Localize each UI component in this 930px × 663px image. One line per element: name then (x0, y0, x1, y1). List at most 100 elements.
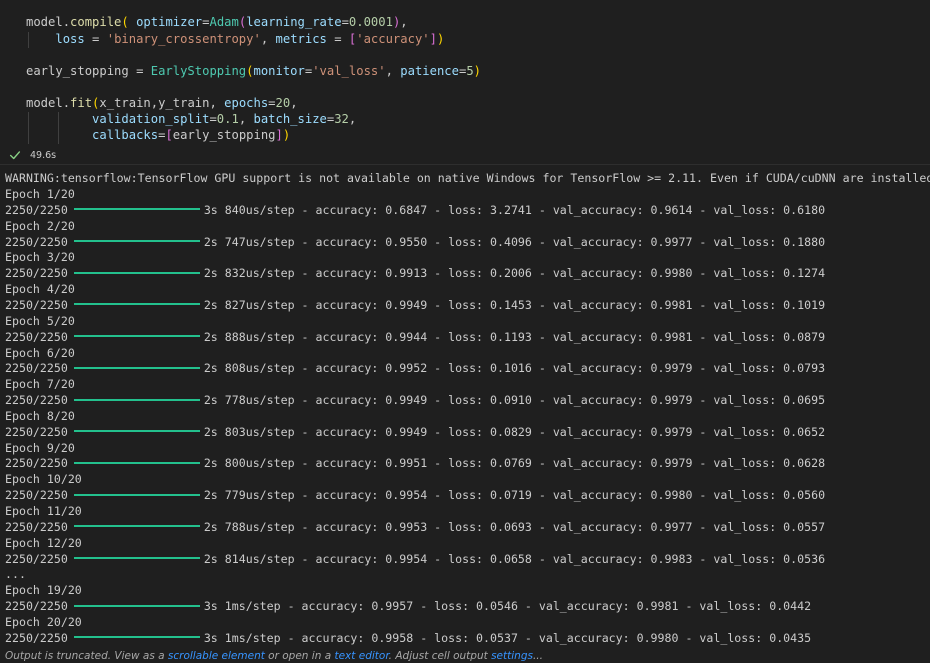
code-token: ] (275, 128, 283, 142)
progress-bar (73, 208, 200, 211)
code-token: early_stopping (172, 128, 276, 142)
code-token: compile (70, 15, 122, 29)
step-stats: 2s 747us/step - accuracy: 0.9550 - loss:… (203, 234, 826, 249)
step-count: 2250/2250 (5, 297, 68, 312)
code-line-loss[interactable]: loss = 'binary_crossentropy', metrics = … (26, 31, 444, 47)
progress-line: 2250/2250 2s 814us/step - accuracy: 0.995… (5, 551, 825, 567)
code-token: , (385, 64, 401, 78)
code-token: 5 (466, 64, 474, 78)
step-count: 2250/2250 (5, 329, 68, 344)
step-stats: 2s 788us/step - accuracy: 0.9953 - loss:… (203, 519, 826, 534)
progress-bar (73, 303, 200, 306)
code-token: . (62, 15, 71, 29)
epoch-line: Epoch 6/20 (5, 345, 75, 360)
epoch-line: Epoch 20/20 (5, 614, 82, 629)
progress-bar (73, 604, 200, 607)
code-token: = (128, 64, 151, 78)
code-token: Adam (209, 15, 239, 29)
progress-bar (73, 525, 200, 528)
code-token: 0.1 (216, 112, 239, 126)
step-count: 2250/2250 (5, 599, 68, 614)
code-cell[interactable]: model.compile( optimizer=Adam(learning_r… (0, 0, 930, 163)
step-count: 2250/2250 (5, 424, 68, 439)
code-token: , (400, 15, 408, 29)
code-token: monitor (253, 64, 305, 78)
execution-status: 49.6s (8, 147, 56, 163)
code-token: fit (70, 96, 93, 110)
code-token: x_train,y_train, (99, 96, 225, 110)
code-token: = (326, 32, 349, 46)
code-line-compile[interactable]: model.compile( optimizer=Adam(learning_r… (26, 14, 408, 30)
truncation-text: . Adjust cell output (388, 650, 492, 662)
progress-line: 2250/2250 2s 788us/step - accuracy: 0.995… (5, 519, 825, 535)
step-count: 2250/2250 (5, 630, 68, 645)
settings-link[interactable]: settings (491, 650, 533, 662)
text-editor-link[interactable]: text editor (334, 650, 388, 662)
check-icon (9, 151, 21, 160)
step-count: 2250/2250 (5, 551, 68, 566)
code-token: , (290, 96, 298, 110)
code-token: ) (282, 128, 291, 142)
cell-output[interactable]: WARNING:tensorflow:TensorFlow GPU suppor… (0, 170, 930, 648)
scrollable-element-link[interactable]: scrollable element (168, 650, 265, 662)
epoch-line: Epoch 3/20 (5, 250, 75, 265)
step-stats: 2s 832us/step - accuracy: 0.9913 - loss:… (203, 266, 826, 281)
code-token: ) (436, 32, 445, 46)
epoch-line: Epoch 4/20 (5, 282, 75, 297)
code-token: early_stopping (26, 64, 129, 78)
truncation-text: ... (532, 650, 543, 662)
step-count: 2250/2250 (5, 393, 68, 408)
progress-line: 2250/2250 2s 888us/step - accuracy: 0.994… (5, 329, 825, 345)
step-stats: 2s 778us/step - accuracy: 0.9949 - loss:… (203, 393, 826, 408)
execution-time: 49.6s (30, 149, 57, 161)
progress-bar (73, 636, 200, 639)
step-stats: 3s 1ms/step - accuracy: 0.9957 - loss: 0… (203, 599, 812, 614)
code-token: model (26, 96, 63, 110)
step-count: 2250/2250 (5, 456, 68, 471)
code-token: model (26, 15, 63, 29)
step-stats: 2s 827us/step - accuracy: 0.9949 - loss:… (203, 297, 826, 312)
progress-bar (73, 461, 200, 464)
progress-bar (73, 271, 200, 274)
epoch-line: Epoch 19/20 (5, 583, 82, 598)
code-line-callbacks[interactable]: callbacks=[early_stopping]) (26, 127, 290, 143)
progress-line: 2250/2250 2s 747us/step - accuracy: 0.955… (5, 234, 825, 250)
code-token: 'binary_crossentropy' (106, 32, 261, 46)
progress-line: 2250/2250 3s 1ms/step - accuracy: 0.9958 … (5, 630, 811, 646)
epoch-line: Epoch 11/20 (5, 504, 82, 518)
code-token: patience (400, 64, 459, 78)
progress-line: 2250/2250 2s 827us/step - accuracy: 0.994… (5, 297, 825, 313)
step-stats: 2s 814us/step - accuracy: 0.9954 - loss:… (203, 551, 826, 566)
epoch-line: Epoch 1/20 (5, 187, 75, 201)
code-token: loss (55, 32, 85, 46)
step-stats: 2s 803us/step - accuracy: 0.9949 - loss:… (203, 424, 826, 439)
code-token: = (268, 96, 276, 110)
epoch-line: Epoch 10/20 (5, 472, 82, 487)
code-token: 'accuracy' (356, 32, 430, 46)
progress-line: 2250/2250 2s 808us/step - accuracy: 0.995… (5, 360, 825, 376)
code-token: 'val_loss' (312, 64, 386, 78)
code-token: validation_split (92, 112, 210, 126)
step-count: 2250/2250 (5, 266, 68, 281)
progress-bar (73, 366, 200, 369)
epoch-line: Epoch 8/20 (5, 408, 75, 423)
code-token: 0.0001 (348, 15, 393, 29)
step-stats: 3s 840us/step - accuracy: 0.6847 - loss:… (203, 202, 826, 217)
code-token: = (209, 112, 217, 126)
progress-line: 2250/2250 2s 778us/step - accuracy: 0.994… (5, 392, 825, 408)
code-line-early-stopping[interactable]: early_stopping = EarlyStopping(monitor='… (26, 63, 481, 79)
truncation-text: or open in a (264, 650, 335, 662)
progress-line: 2250/2250 3s 840us/step - accuracy: 0.684… (5, 202, 825, 218)
ellipsis-line: ... (5, 567, 26, 582)
step-count: 2250/2250 (5, 488, 68, 503)
code-line-fit[interactable]: model.fit(x_train,y_train, epochs=20, (26, 95, 298, 111)
code-token: , (348, 112, 357, 126)
epoch-line: Epoch 9/20 (5, 440, 75, 455)
code-token: metrics (275, 32, 327, 46)
code-line-validation[interactable]: validation_split=0.1, batch_size=32, (26, 111, 356, 127)
code-token: = (341, 15, 349, 29)
code-token: EarlyStopping (150, 64, 247, 78)
